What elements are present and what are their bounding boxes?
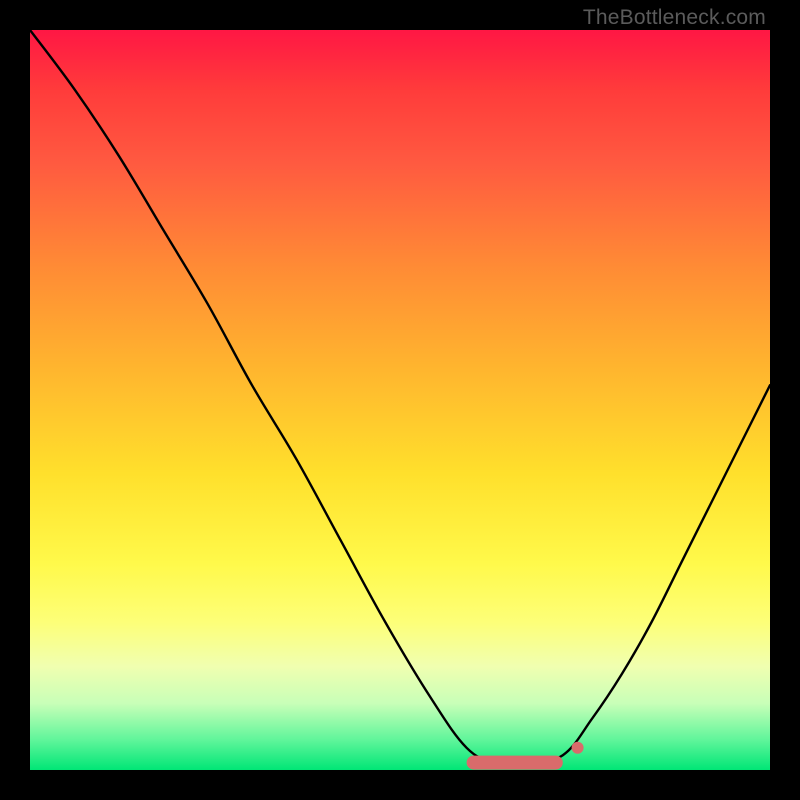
min-end-dot bbox=[572, 742, 584, 754]
bottleneck-curve bbox=[30, 30, 770, 764]
chart-frame: TheBottleneck.com bbox=[0, 0, 800, 800]
flat-min-region bbox=[467, 756, 563, 770]
chart-svg bbox=[30, 30, 770, 770]
plot-area bbox=[30, 30, 770, 770]
watermark-text: TheBottleneck.com bbox=[583, 6, 766, 30]
